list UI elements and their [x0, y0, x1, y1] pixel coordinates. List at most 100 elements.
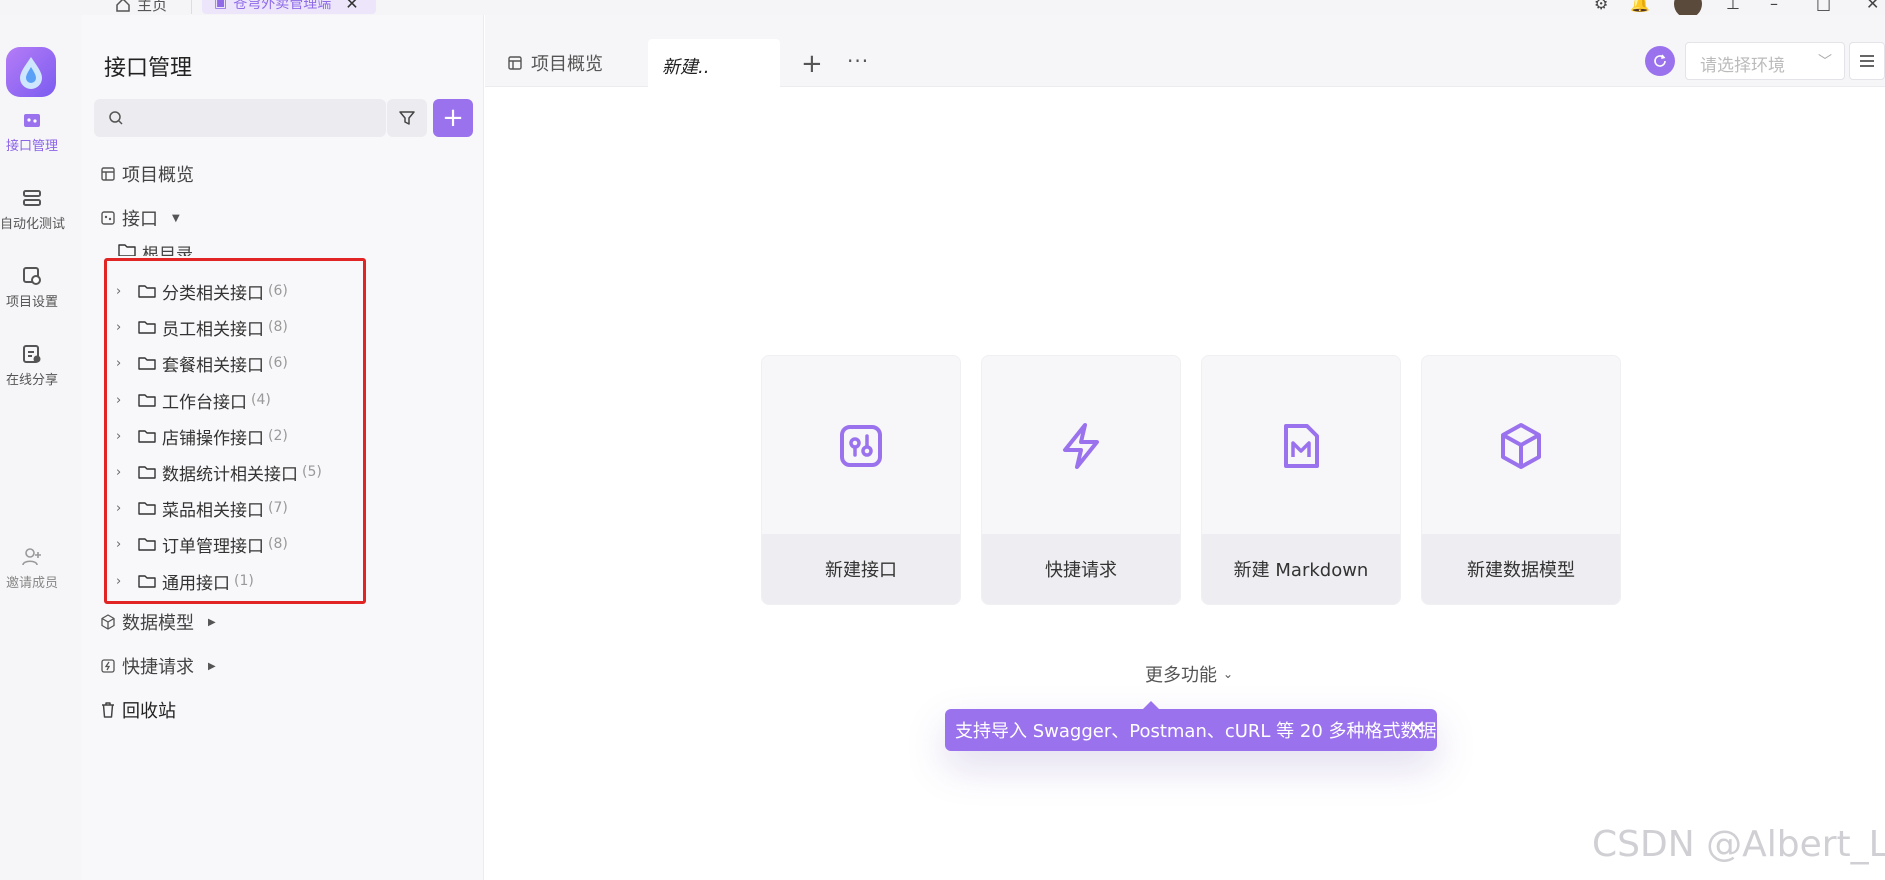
overview-icon: [101, 167, 115, 181]
settings-icon[interactable]: ⚙: [1594, 0, 1608, 13]
chevron-right-icon[interactable]: ›: [116, 537, 132, 552]
environment-select[interactable]: 请选择环境 ﹀: [1685, 42, 1845, 80]
quick-request-card[interactable]: 快捷请求: [981, 355, 1181, 605]
folder-item[interactable]: › 工作台接口 (4): [116, 386, 271, 414]
pin-icon[interactable]: ⊥: [1726, 0, 1740, 13]
tab-label: 新建..: [662, 57, 710, 78]
folder-name: 通用接口: [162, 573, 230, 594]
window-close-icon[interactable]: ✕: [1866, 0, 1879, 13]
automation-icon: [23, 190, 41, 206]
add-button[interactable]: +: [433, 99, 473, 137]
menu-button[interactable]: [1849, 42, 1885, 80]
folder-name: 订单管理接口: [162, 536, 264, 557]
folder-count: (2): [268, 428, 288, 444]
close-icon[interactable]: ✕: [345, 0, 358, 13]
caret-right-icon: ▶: [208, 660, 216, 672]
nav-label: 项目概览: [122, 165, 194, 186]
card-label: 新建 Markdown: [1202, 534, 1400, 604]
chevron-right-icon[interactable]: ›: [116, 501, 132, 516]
filter-button[interactable]: [387, 99, 427, 137]
chevron-right-icon[interactable]: ›: [116, 465, 132, 480]
rail-item-invite[interactable]: 邀请成员: [0, 546, 64, 591]
folder-item[interactable]: › 数据统计相关接口 (5): [116, 458, 322, 486]
folder-icon: [138, 321, 156, 334]
new-markdown-card[interactable]: 新建 Markdown: [1201, 355, 1401, 605]
folder-item[interactable]: › 通用接口 (1): [116, 567, 254, 595]
chevron-right-icon[interactable]: ›: [116, 429, 132, 444]
rail-item-share[interactable]: 在线分享: [0, 343, 64, 388]
close-icon[interactable]: ✕: [1410, 718, 1425, 739]
home-tab[interactable]: 主页: [115, 0, 167, 15]
filter-icon: [399, 111, 415, 125]
chevron-right-icon[interactable]: ›: [116, 574, 132, 589]
sidebar-title: 接口管理: [104, 56, 193, 81]
nav-recycle-bin[interactable]: 回收站: [100, 697, 176, 723]
project-tab-icon: ▣: [214, 0, 228, 11]
folder-item[interactable]: › 订单管理接口 (8): [116, 530, 288, 558]
tab-new[interactable]: 新建..: [648, 39, 780, 88]
folder-item[interactable]: › 套餐相关接口 (6): [116, 349, 288, 377]
folder-icon: [138, 285, 156, 298]
card-label: 新建接口: [762, 534, 960, 604]
folder-icon: [118, 244, 136, 256]
nav-api[interactable]: 接口 ▼: [100, 205, 180, 231]
markdown-icon: [1284, 424, 1319, 468]
nav-label: 数据模型: [122, 613, 194, 634]
minimize-icon[interactable]: –: [1770, 0, 1778, 13]
rail-item-label: 项目设置: [5, 295, 58, 310]
sync-button[interactable]: [1645, 46, 1675, 76]
chevron-right-icon[interactable]: ›: [116, 393, 132, 408]
more-functions-button[interactable]: 更多功能 ⌄: [1145, 661, 1233, 687]
new-tab-button[interactable]: +: [801, 49, 823, 79]
folder-icon: [138, 502, 156, 515]
rail-item-label: 自动化测试: [0, 217, 66, 232]
chevron-right-icon[interactable]: ›: [116, 284, 132, 299]
home-icon: [116, 0, 130, 12]
chevron-right-icon[interactable]: ›: [116, 356, 132, 371]
more-tabs-button[interactable]: ···: [847, 49, 869, 73]
nav-quick-request[interactable]: 快捷请求 ▶: [100, 653, 216, 679]
folder-count: (6): [268, 283, 288, 299]
folder-item[interactable]: › 分类相关接口 (6): [116, 277, 288, 305]
rail-item-label: 邀请成员: [5, 576, 58, 591]
new-api-card[interactable]: 新建接口: [761, 355, 961, 605]
main-panel: 项目概览 新建.. + ··· 请选择环境 ﹀ 新建接口 快捷请求 新建 Mar…: [485, 15, 1885, 880]
rail-item-project-settings[interactable]: 项目设置: [0, 265, 64, 310]
window-titlebar: 主页 ▣ 苍穹外卖管理端 ✕ ⚙ 🔔 ⊥ – □ ✕: [0, 0, 1885, 15]
nav-root-folder[interactable]: 根目录: [118, 240, 193, 256]
nav-data-model[interactable]: 数据模型 ▶: [100, 609, 216, 635]
nav-project-overview[interactable]: 项目概览: [100, 161, 194, 187]
watermark: CSDN @Albert_LG: [1592, 824, 1885, 865]
rail-item-api[interactable]: 接口管理: [0, 109, 64, 154]
avatar[interactable]: [1674, 0, 1702, 15]
search-icon: [109, 111, 123, 125]
hamburger-icon: [1860, 55, 1874, 67]
quick-request-small-icon: [101, 659, 115, 673]
rail-item-label: 在线分享: [5, 373, 58, 388]
nav-label: 快捷请求: [122, 657, 194, 678]
maximize-icon[interactable]: □: [1816, 0, 1831, 13]
folder-icon: [138, 394, 156, 407]
folder-item[interactable]: › 员工相关接口 (8): [116, 313, 288, 341]
bell-icon[interactable]: 🔔: [1630, 0, 1650, 13]
tab-project-overview[interactable]: 项目概览: [507, 39, 603, 87]
folder-name: 数据统计相关接口: [162, 464, 298, 485]
folder-count: (8): [268, 536, 288, 552]
chevron-right-icon[interactable]: ›: [116, 320, 132, 335]
folder-count: (6): [268, 355, 288, 371]
rail-item-automation[interactable]: 自动化测试: [0, 187, 66, 232]
new-data-model-card[interactable]: 新建数据模型: [1421, 355, 1621, 605]
new-api-icon: [840, 425, 882, 467]
folder-item[interactable]: › 店铺操作接口 (2): [116, 422, 288, 450]
folder-icon: [138, 466, 156, 479]
folder-name: 菜品相关接口: [162, 500, 264, 521]
folder-count: (7): [268, 500, 288, 516]
project-tab[interactable]: ▣ 苍穹外卖管理端 ✕: [202, 0, 376, 14]
folder-count: (4): [251, 392, 271, 408]
folder-count: (5): [302, 464, 322, 480]
invite-member-icon: [22, 548, 41, 566]
search-input[interactable]: [94, 99, 386, 137]
folder-icon: [138, 357, 156, 370]
card-label: 快捷请求: [982, 534, 1180, 604]
folder-item[interactable]: › 菜品相关接口 (7): [116, 494, 288, 522]
